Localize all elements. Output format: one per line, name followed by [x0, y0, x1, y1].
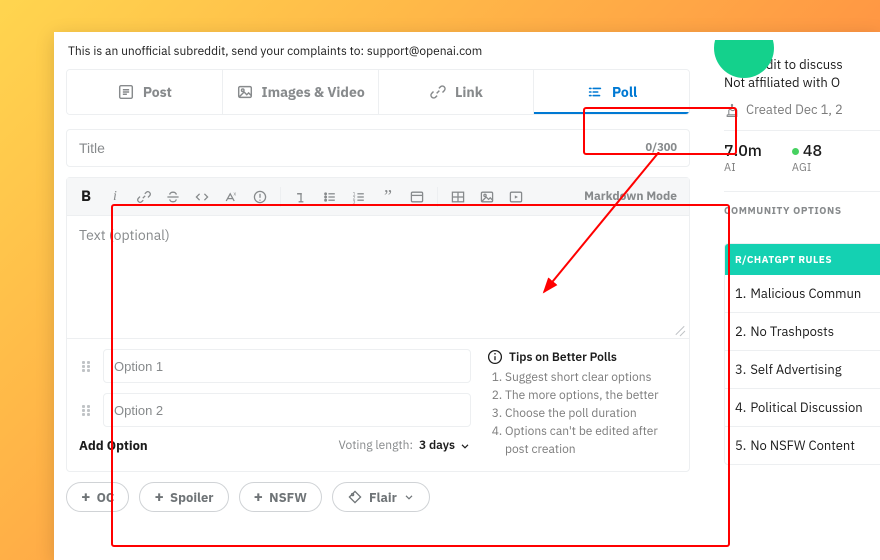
- editor: B i x: [66, 177, 690, 472]
- members-stat: 7.0m AI: [724, 141, 762, 175]
- poll-tip: Choose the poll duration: [505, 405, 677, 423]
- voting-length-label: Voting length:: [339, 438, 413, 453]
- poll-option-2-input[interactable]: [103, 393, 471, 427]
- tab-post[interactable]: Post: [67, 70, 223, 114]
- poll-option-row: [79, 349, 471, 383]
- tag-icon: [347, 489, 363, 505]
- plus-icon: +: [154, 489, 164, 505]
- tab-images-label: Images & Video: [262, 83, 365, 101]
- online-dot-icon: [792, 148, 799, 155]
- online-stat: 48 AGI: [792, 141, 822, 175]
- tab-link[interactable]: Link: [379, 70, 535, 114]
- poll-option-1-input[interactable]: [103, 349, 471, 383]
- poll-section: Add Option Voting length: 3 days: [67, 338, 689, 471]
- community-options[interactable]: COMMUNITY OPTIONS: [724, 191, 880, 217]
- inline-code-button[interactable]: [189, 184, 215, 210]
- tab-poll[interactable]: Poll: [534, 70, 689, 114]
- drag-handle-icon[interactable]: [79, 405, 93, 416]
- chevron-down-icon: [403, 491, 415, 503]
- toolbar-divider: [280, 187, 281, 207]
- title-counter: 0/300: [646, 141, 677, 155]
- toolbar-divider: [437, 187, 438, 207]
- table-button[interactable]: [445, 184, 471, 210]
- rule-item[interactable]: 1.Malicious Commun: [725, 275, 880, 313]
- spoiler-chip[interactable]: + Spoiler: [139, 482, 228, 512]
- add-option-button[interactable]: Add Option: [79, 437, 148, 454]
- voting-length: Voting length: 3 days: [339, 438, 471, 453]
- editor-toolbar: B i x: [67, 178, 689, 216]
- community-sidebar: Subreddit to discuss Not affiliated with…: [714, 32, 880, 560]
- image-icon: [236, 83, 254, 101]
- link-icon: [429, 83, 447, 101]
- rules-header: R/CHATGPT RULES: [725, 244, 880, 275]
- poll-tip: Suggest short clear options: [505, 369, 677, 387]
- poll-tip: The more options, the better: [505, 387, 677, 405]
- poll-icon: [586, 83, 604, 101]
- rule-item[interactable]: 2.No Trashposts: [725, 313, 880, 351]
- poll-tip: Options can't be edited after post creat…: [505, 423, 677, 459]
- cake-icon: [724, 102, 740, 118]
- nsfw-chip[interactable]: + NSFW: [239, 482, 322, 512]
- svg-text:3: 3: [353, 199, 356, 205]
- heading-button[interactable]: [288, 184, 314, 210]
- tab-link-label: Link: [455, 83, 483, 101]
- title-field-wrap: 0/300: [66, 129, 690, 167]
- flair-chip[interactable]: Flair: [332, 482, 430, 512]
- drag-handle-icon[interactable]: [79, 361, 93, 372]
- title-input[interactable]: [79, 140, 646, 156]
- post-type-tabs: Post Images & Video Link Poll: [66, 69, 690, 115]
- tab-poll-label: Poll: [612, 83, 637, 101]
- community-created: Created Dec 1, 2: [746, 101, 843, 118]
- oc-chip[interactable]: + OC: [66, 482, 129, 512]
- rules-widget: R/CHATGPT RULES 1.Malicious Commun 2.No …: [724, 243, 880, 465]
- svg-text:x: x: [233, 189, 236, 197]
- rule-item[interactable]: 5.No NSFW Content: [725, 427, 880, 464]
- resize-handle[interactable]: [675, 324, 685, 334]
- subreddit-notice: This is an unofficial subreddit, send yo…: [68, 44, 690, 59]
- poll-tips-heading: Tips on Better Polls: [509, 350, 617, 365]
- strikethrough-button[interactable]: [160, 184, 186, 210]
- spoiler-button[interactable]: [247, 184, 273, 210]
- video-button[interactable]: [503, 184, 529, 210]
- rule-item[interactable]: 4.Political Discussion: [725, 389, 880, 427]
- poll-option-row: [79, 393, 471, 427]
- post-icon: [117, 83, 135, 101]
- markdown-mode-toggle[interactable]: Markdown Mode: [578, 190, 683, 203]
- quote-button[interactable]: ”: [375, 184, 401, 210]
- info-icon: [487, 349, 503, 365]
- link-button[interactable]: [131, 184, 157, 210]
- image-button[interactable]: [474, 184, 500, 210]
- number-list-button[interactable]: 123: [346, 184, 372, 210]
- plus-icon: +: [254, 489, 264, 505]
- post-tags-row: + OC + Spoiler + NSFW Flair: [66, 482, 690, 512]
- rule-item[interactable]: 3.Self Advertising: [725, 351, 880, 389]
- plus-icon: +: [81, 489, 91, 505]
- tab-post-label: Post: [143, 83, 172, 101]
- bullet-list-button[interactable]: [317, 184, 343, 210]
- body-textarea[interactable]: [67, 216, 689, 334]
- superscript-button[interactable]: x: [218, 184, 244, 210]
- code-block-button[interactable]: [404, 184, 430, 210]
- bold-button[interactable]: B: [73, 184, 99, 210]
- voting-length-select[interactable]: 3 days: [419, 438, 471, 453]
- tab-images-video[interactable]: Images & Video: [223, 70, 379, 114]
- poll-tips: Tips on Better Polls Suggest short clear…: [487, 349, 677, 459]
- italic-button[interactable]: i: [102, 184, 128, 210]
